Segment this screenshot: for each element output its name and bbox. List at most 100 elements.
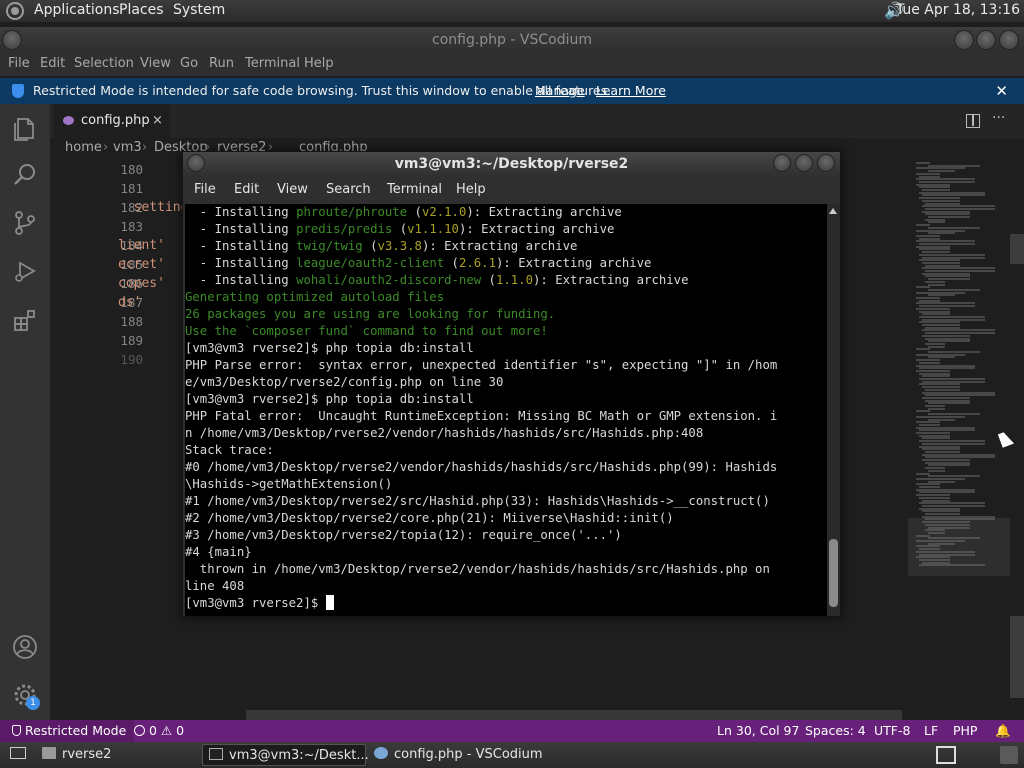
terminal-output[interactable]: - Installing phroute/phroute (v2.1.0): E… <box>185 204 827 616</box>
minimap-line <box>922 396 970 399</box>
terminal-line: [vm3@vm3 rverse2]$ php topia db:install <box>185 341 474 355</box>
window-menu-button[interactable] <box>2 30 22 50</box>
terminal-menu-terminal[interactable]: Terminal <box>387 182 442 197</box>
show-desktop-icon[interactable] <box>2 744 32 766</box>
vertical-scrollbar-thumb[interactable] <box>1010 616 1024 698</box>
terminal-prompt-line[interactable]: [vm3@vm3 rverse2]$ <box>185 595 777 612</box>
taskbar-item-rverse2[interactable]: rverse2 <box>36 744 200 766</box>
terminal-menu-edit[interactable]: Edit <box>234 182 259 197</box>
horizontal-scrollbar[interactable] <box>246 710 902 720</box>
cursor-position[interactable]: Ln 30, Col 97 <box>717 720 799 742</box>
minimap-line <box>916 224 930 227</box>
minimap-line <box>916 291 965 294</box>
taskbar-item-terminal[interactable]: vm3@vm3:~/Deskt... <box>202 744 369 766</box>
minimap-line <box>922 499 950 502</box>
terminal-menu-view[interactable]: View <box>277 182 308 197</box>
manage-link[interactable]: Manage <box>535 78 585 104</box>
code-line: ecret' <box>118 257 165 272</box>
search-icon[interactable] <box>12 162 38 188</box>
terminal-close-button[interactable] <box>817 154 835 172</box>
terminal-window-menu-button[interactable] <box>187 154 205 172</box>
menu-run[interactable]: Run <box>209 56 234 71</box>
encoding-status[interactable]: UTF-8 <box>874 720 910 742</box>
run-debug-icon[interactable] <box>12 258 38 284</box>
code-lines[interactable]: setting lient' ecret' copes' ds' <box>118 162 188 371</box>
terminal-maximize-button[interactable] <box>795 154 813 172</box>
bell-icon[interactable]: 🔔 <box>995 720 1011 742</box>
maximize-button[interactable] <box>976 30 996 50</box>
menu-terminal[interactable]: Terminal <box>245 56 300 71</box>
terminal-menu-file[interactable]: File <box>194 182 216 197</box>
minimap-line <box>928 226 980 229</box>
minimap-line <box>916 353 965 356</box>
terminal-window[interactable]: vm3@vm3:~/Desktop/rverse2 File Edit View… <box>182 151 841 617</box>
terminal-menu-search[interactable]: Search <box>326 182 371 197</box>
minimap-line <box>916 359 940 362</box>
minimap-line <box>922 199 960 202</box>
account-icon[interactable] <box>12 634 38 660</box>
close-icon[interactable]: ✕ <box>995 78 1008 104</box>
trash-icon[interactable] <box>1000 746 1018 764</box>
minimap-line <box>925 218 945 221</box>
system-menu[interactable]: System <box>173 2 225 18</box>
menu-selection[interactable]: Selection <box>74 56 134 71</box>
explorer-icon[interactable] <box>12 116 38 142</box>
applications-menu[interactable]: Applications <box>34 2 120 18</box>
source-control-icon[interactable] <box>12 210 38 236</box>
minimap-line <box>919 434 950 437</box>
terminal-line: [vm3@vm3 rverse2]$ php topia db:install <box>185 392 474 406</box>
terminal-scrollbar[interactable] <box>827 204 840 616</box>
minimap-line <box>916 364 975 367</box>
terminal-line: PHP Fatal error: Uncaught RuntimeExcepti… <box>185 409 778 423</box>
breadcrumb-vm3[interactable]: vm3 <box>113 140 142 155</box>
minimap-line <box>928 407 945 410</box>
minimap-line <box>925 270 995 272</box>
minimap-line <box>919 197 960 200</box>
extensions-icon[interactable] <box>12 308 38 334</box>
minimap-line <box>925 388 960 391</box>
minimap-line <box>928 356 955 359</box>
menu-go[interactable]: Go <box>180 56 198 71</box>
terminal-minimize-button[interactable] <box>773 154 791 172</box>
indentation-status[interactable]: Spaces: 4 <box>805 720 866 742</box>
breadcrumb-home[interactable]: home <box>65 140 102 155</box>
split-editor-icon[interactable] <box>966 114 980 128</box>
terminal-scroll-thumb[interactable] <box>829 539 838 607</box>
minimap-line <box>916 178 975 181</box>
minimap-line <box>916 369 950 372</box>
vertical-scrollbar-marker[interactable] <box>1010 234 1024 264</box>
minimize-button[interactable] <box>954 30 974 50</box>
menu-help[interactable]: Help <box>304 56 334 71</box>
places-menu[interactable]: Places <box>119 2 164 18</box>
taskbar-item-vscodium[interactable]: config.php - VSCodium <box>368 744 568 766</box>
menu-view[interactable]: View <box>140 56 171 71</box>
restricted-mode-status[interactable]: Restricted Mode <box>0 720 135 742</box>
problems-status[interactable]: 0 ⚠ 0 <box>134 720 184 742</box>
minimap-slider[interactable] <box>908 518 1010 576</box>
distro-logo-icon[interactable] <box>6 2 24 20</box>
tab-config-php[interactable]: config.php × <box>54 104 170 138</box>
menu-edit[interactable]: Edit <box>40 56 65 71</box>
terminal-menubar: File Edit View Search Terminal Help <box>183 176 840 204</box>
language-mode[interactable]: PHP <box>953 720 977 742</box>
scroll-up-arrow-icon[interactable] <box>829 208 837 214</box>
more-actions-icon[interactable]: ··· <box>992 110 1005 126</box>
terminal-titlebar[interactable]: vm3@vm3:~/Desktop/rverse2 <box>183 152 840 176</box>
minimap-line <box>922 334 970 337</box>
terminal-menu-help[interactable]: Help <box>456 182 486 197</box>
minimap-line <box>919 429 975 432</box>
workspace-switcher[interactable] <box>936 746 956 764</box>
tab-close-icon[interactable]: × <box>152 104 163 138</box>
minimap-line <box>928 283 945 286</box>
minimap-line <box>925 202 960 205</box>
clock[interactable]: Tue Apr 18, 13:16 <box>896 2 1020 18</box>
learn-more-link[interactable]: Learn More <box>596 78 666 104</box>
minimap-line <box>928 340 970 343</box>
vscodium-titlebar[interactable]: config.php - VSCodium <box>0 27 1024 53</box>
menu-file[interactable]: File <box>8 56 30 71</box>
problems-count: 0 ⚠ 0 <box>148 723 185 738</box>
minimap-line <box>922 453 995 456</box>
close-window-button[interactable] <box>999 30 1019 50</box>
minimap-line <box>925 513 960 515</box>
eol-status[interactable]: LF <box>924 720 938 742</box>
